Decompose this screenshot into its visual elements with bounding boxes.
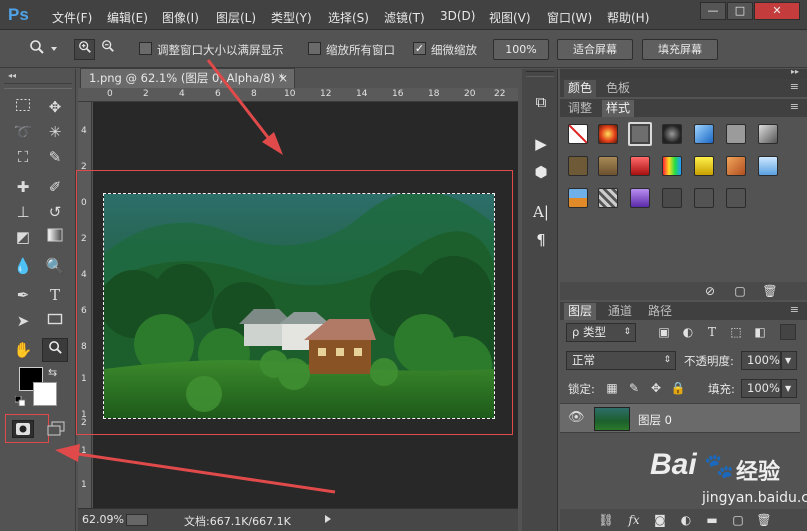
- expand-panels-icon[interactable]: ▸▸: [791, 67, 799, 76]
- layer-name[interactable]: 图层 0: [638, 412, 672, 428]
- style-swatch[interactable]: [568, 188, 588, 208]
- opacity-slider-toggle[interactable]: ▼: [781, 351, 797, 370]
- lock-position-icon[interactable]: ✥: [648, 380, 664, 396]
- layer-kind-filter-value: ρ 类型: [572, 325, 606, 339]
- blend-mode-select[interactable]: 正常 ⇕: [566, 351, 676, 370]
- filter-adjustment-icon[interactable]: ◐: [680, 324, 696, 340]
- filter-pixel-icon[interactable]: ▣: [656, 324, 672, 340]
- watermark-url: jingyan.baidu.com: [702, 490, 807, 506]
- style-swatch[interactable]: [694, 188, 714, 208]
- dropdown-arrow-icon: ⇕: [663, 355, 671, 365]
- filter-type-icon[interactable]: T: [704, 324, 720, 340]
- tab-swatches[interactable]: 色板: [602, 80, 634, 97]
- layer-row[interactable]: 👁 图层 0: [560, 403, 800, 433]
- styles-grid: [560, 118, 800, 278]
- lock-label: 锁定:: [568, 382, 595, 396]
- style-swatch[interactable]: [662, 156, 682, 176]
- tab-paths[interactable]: 路径: [644, 303, 676, 320]
- status-menu-arrow-icon[interactable]: [325, 515, 331, 523]
- lock-pixels-icon[interactable]: ✎: [626, 380, 642, 396]
- tab-styles[interactable]: 样式: [602, 100, 635, 117]
- status-preview-icon[interactable]: [126, 514, 148, 526]
- layers-panel-tabbar: 图层 通道 路径 ≡: [560, 302, 807, 320]
- tab-color[interactable]: 颜色: [564, 80, 597, 97]
- zoom-level[interactable]: 62.09%: [82, 513, 124, 526]
- history-panel-icon[interactable]: ⧉: [530, 91, 552, 113]
- layer-kind-filter[interactable]: ρ 类型 ⇕: [566, 323, 636, 342]
- styles-panel-footer: ⊘ ▢ 🗑: [560, 282, 807, 300]
- panel-header-bar: ▸▸: [560, 67, 807, 79]
- dock-grip[interactable]: [526, 71, 554, 77]
- lock-transparent-icon[interactable]: ▦: [604, 380, 620, 396]
- panel-dock-icons: ⧉ ▶ ⬢ A| ¶: [522, 69, 558, 531]
- panel-menu-icon[interactable]: ≡: [790, 80, 799, 93]
- style-swatch[interactable]: [694, 156, 714, 176]
- watermark-brand: Bai: [650, 448, 697, 481]
- style-swatch[interactable]: [726, 124, 746, 144]
- paragraph-panel-icon[interactable]: ¶: [530, 229, 552, 251]
- styles-panel-tabbar: 调整 样式 ≡: [560, 99, 807, 117]
- style-swatch[interactable]: [628, 122, 652, 146]
- tab-channels[interactable]: 通道: [604, 303, 636, 320]
- lock-all-icon[interactable]: 🔒: [670, 380, 686, 396]
- fill-label: 填充:: [708, 382, 735, 396]
- tab-layers[interactable]: 图层: [564, 303, 597, 320]
- style-swatch[interactable]: [598, 124, 618, 144]
- layer-style-fx-icon[interactable]: fx: [626, 512, 642, 528]
- style-swatch[interactable]: [630, 188, 650, 208]
- paw-icon: 🐾: [704, 452, 734, 480]
- visibility-eye-icon[interactable]: 👁: [568, 410, 585, 425]
- color-panel-tabbar: 颜色 色板 ≡: [560, 79, 807, 97]
- new-style-icon[interactable]: ▢: [732, 283, 748, 299]
- fill-slider-toggle[interactable]: ▼: [781, 379, 797, 398]
- filter-smart-object-icon[interactable]: ◧: [752, 324, 768, 340]
- style-swatch[interactable]: [662, 188, 682, 208]
- style-swatch[interactable]: [726, 156, 746, 176]
- style-swatch[interactable]: [598, 188, 618, 208]
- style-swatch[interactable]: [726, 188, 746, 208]
- panel-menu-icon[interactable]: ≡: [790, 303, 799, 316]
- style-swatch[interactable]: [758, 124, 778, 144]
- watermark-suffix: 经验: [736, 460, 781, 485]
- style-swatch[interactable]: [694, 124, 714, 144]
- opacity-label: 不透明度:: [684, 354, 734, 368]
- style-swatch[interactable]: [598, 156, 618, 176]
- actions-panel-icon[interactable]: ▶: [530, 133, 552, 155]
- style-swatch[interactable]: [630, 156, 650, 176]
- document-size-info: 文档:667.1K/667.1K: [184, 515, 291, 528]
- 3d-panel-icon[interactable]: ⬢: [530, 161, 552, 183]
- filter-toggle-icon[interactable]: [780, 324, 796, 340]
- link-layers-icon[interactable]: ⛓: [598, 512, 614, 528]
- fill-input[interactable]: 100%: [741, 379, 781, 398]
- opacity-input[interactable]: 100%: [741, 351, 781, 370]
- layer-thumbnail: [594, 407, 630, 431]
- style-swatch[interactable]: [758, 156, 778, 176]
- baidu-jingyan-watermark: Bai 🐾 经验 jingyan.baidu.com: [650, 448, 807, 518]
- style-swatch[interactable]: [568, 156, 588, 176]
- clear-style-icon[interactable]: ⊘: [702, 283, 718, 299]
- blend-mode-value: 正常: [572, 353, 595, 367]
- delete-style-icon[interactable]: 🗑: [762, 283, 778, 299]
- panel-menu-icon[interactable]: ≡: [790, 100, 799, 113]
- tab-adjustments[interactable]: 调整: [564, 100, 596, 117]
- filter-shape-icon[interactable]: ⬚: [728, 324, 744, 340]
- dropdown-arrow-icon: ⇕: [623, 327, 631, 337]
- style-swatch[interactable]: [662, 124, 682, 144]
- character-panel-icon[interactable]: A|: [530, 201, 552, 223]
- style-swatch[interactable]: [568, 124, 588, 144]
- document-status-bar: 62.09% 文档:667.1K/667.1K: [78, 508, 518, 531]
